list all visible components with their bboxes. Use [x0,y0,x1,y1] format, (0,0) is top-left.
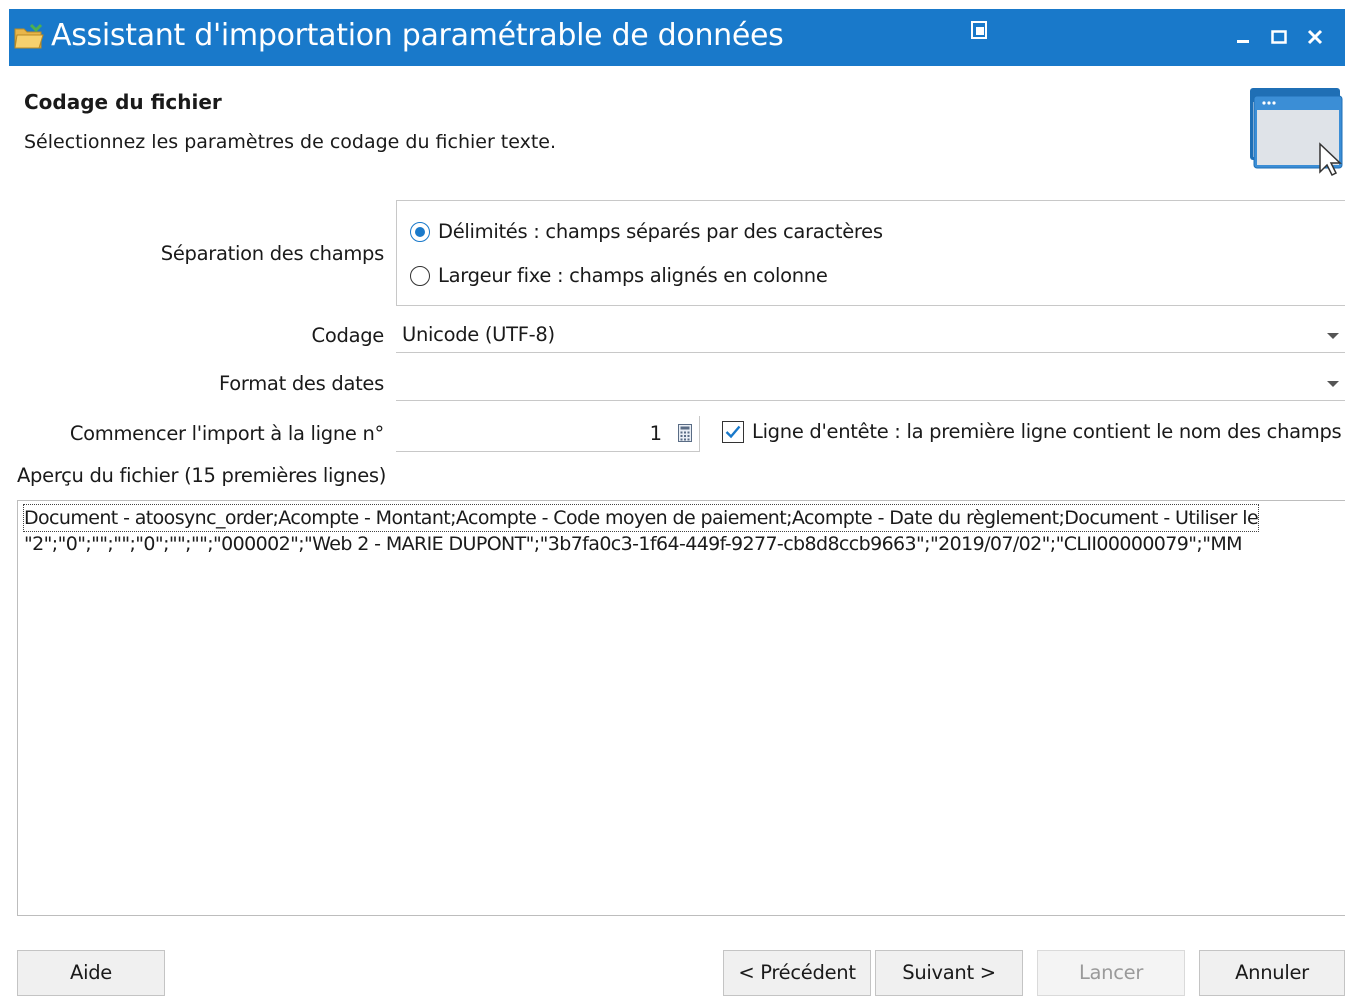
separation-radio-group: Délimités : champs séparés par des carac… [396,200,1345,306]
step-subtitle: Sélectionnez les paramètres de codage du… [24,131,557,153]
title-bar: Assistant d'importation paramétrable de … [9,9,1345,66]
close-icon [1307,29,1323,45]
preview-label: Aperçu du fichier (15 premières lignes) [17,464,387,487]
radio-fixed-width[interactable]: Largeur fixe : champs alignés en colonne [410,264,828,287]
spin-divider [699,416,700,452]
radio-button-unchecked[interactable] [410,265,430,286]
start-line-label: Commencer l'import à la ligne n° [69,422,384,445]
separation-label: Séparation des champs [160,242,385,265]
start-line-value: 1 [649,422,662,445]
header-line-label: Ligne d'entête : la première ligne conti… [752,420,1342,443]
encoding-label: Codage [311,324,385,347]
cancel-button[interactable]: Annuler [1199,950,1345,996]
help-button[interactable]: Aide [17,950,165,996]
previous-button[interactable]: < Précédent [723,950,871,996]
radio-dot [415,226,425,237]
date-format-select[interactable] [396,367,1345,401]
header-line-checkbox[interactable] [722,420,744,443]
preview-line: "2";"0";"";"";"0";"";"";"000002";"Web 2 … [24,533,1243,555]
file-preview[interactable]: Document - atoosync_order;Acompte - Mont… [17,500,1345,916]
calculator-icon[interactable] [678,424,692,442]
preview-line: Document - atoosync_order;Acompte - Mont… [22,504,1260,532]
radio-delimited-label: Délimités : champs séparés par des carac… [438,220,883,243]
header-line-checkbox-row[interactable]: Ligne d'entête : la première ligne conti… [722,420,1342,443]
minimize-button[interactable] [1228,19,1258,55]
step-title: Codage du fichier [24,90,222,114]
chevron-down-icon[interactable] [1327,333,1339,339]
folder-open-icon [14,23,44,49]
checkmark-icon [725,425,741,438]
next-button[interactable]: Suivant > [875,950,1023,996]
chevron-down-icon[interactable] [1327,381,1339,387]
maximize-icon [1271,30,1287,44]
encoding-value: Unicode (UTF-8) [402,323,555,346]
radio-delimited[interactable]: Délimités : champs séparés par des carac… [410,220,883,243]
radio-button-checked[interactable] [410,221,430,242]
window-title: Assistant d'importation paramétrable de … [51,18,784,53]
date-format-label: Format des dates [219,372,384,395]
minimize-icon [1237,40,1249,43]
start-line-input[interactable]: 1 [396,416,700,452]
window-switch-icon[interactable] [971,21,987,39]
encoding-select[interactable]: Unicode (UTF-8) [396,319,1345,353]
window-illustration-icon [1250,88,1343,177]
maximize-button[interactable] [1264,19,1294,55]
run-button[interactable]: Lancer [1037,950,1185,996]
close-button[interactable] [1300,19,1330,55]
radio-fixed-width-label: Largeur fixe : champs alignés en colonne [438,264,828,287]
